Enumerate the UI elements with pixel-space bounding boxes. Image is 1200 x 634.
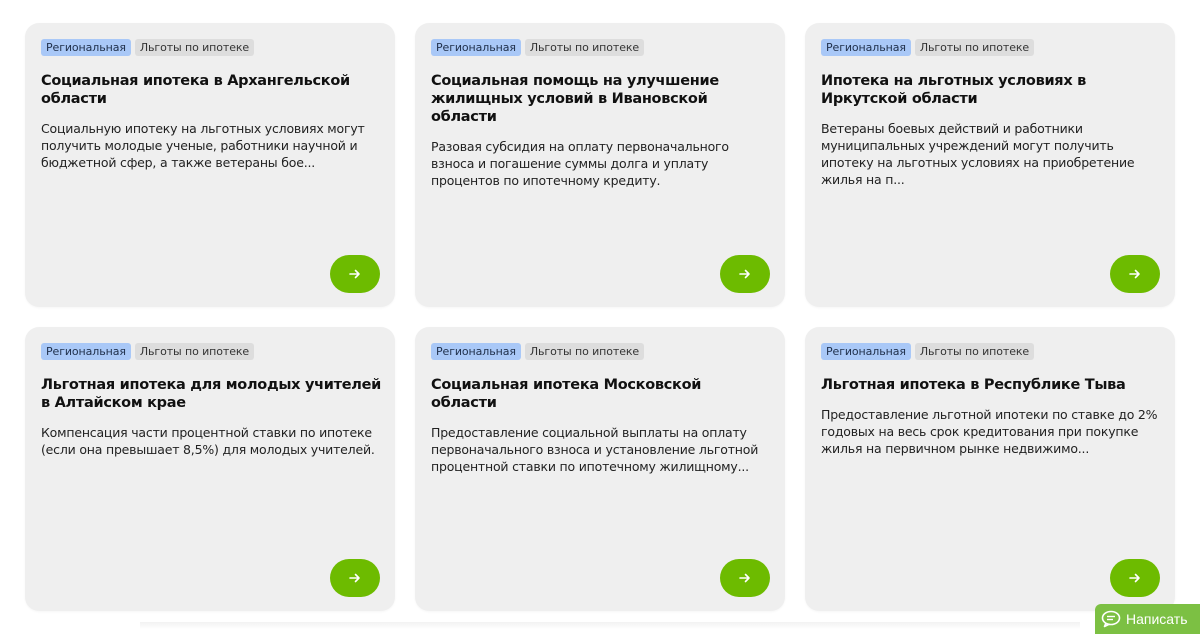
card-tags: Региональная Льготы по ипотеке [821,343,1159,360]
program-card-grid: Региональная Льготы по ипотеке Социальна… [25,23,1175,611]
program-card[interactable]: Региональная Льготы по ипотеке Льготная … [805,327,1175,611]
open-card-button[interactable] [1110,255,1160,293]
card-description: Предоставление льготной ипотеки по ставк… [821,407,1158,456]
tag-mortgage-benefits[interactable]: Льготы по ипотеке [524,39,645,56]
card-title[interactable]: Льготная ипотека для молодых учителей в … [41,376,381,412]
card-tags: Региональная Льготы по ипотеке [821,39,1159,56]
program-card[interactable]: Региональная Льготы по ипотеке Льготная … [25,327,395,611]
card-description: Компенсация части процентной ставки по и… [41,425,375,457]
tag-regional[interactable]: Региональная [431,343,521,360]
chat-bubble-icon [1101,610,1121,628]
chat-write-button[interactable]: Написать [1095,604,1200,634]
card-tags: Региональная Льготы по ипотеке [431,39,769,56]
tag-regional[interactable]: Региональная [821,39,911,56]
card-title[interactable]: Социальная помощь на улучшение жилищных … [431,72,771,126]
card-title[interactable]: Ипотека на льготных условиях в Иркутской… [821,72,1161,108]
tag-regional[interactable]: Региональная [821,343,911,360]
card-title[interactable]: Социальная ипотека в Архангельской облас… [41,72,381,108]
arrow-right-icon [349,573,360,583]
card-tags: Региональная Льготы по ипотеке [41,39,379,56]
program-card[interactable]: Региональная Льготы по ипотеке Социальна… [415,23,785,307]
section-divider-shadow [140,622,1080,629]
card-title[interactable]: Льготная ипотека в Республике Тыва [821,376,1161,394]
card-tags: Региональная Льготы по ипотеке [41,343,379,360]
card-description: Ветераны боевых действий и работники мун… [821,121,1135,187]
card-tags: Региональная Льготы по ипотеке [431,343,769,360]
open-card-button[interactable] [330,255,380,293]
card-description: Предоставление социальной выплаты на опл… [431,425,759,474]
tag-regional[interactable]: Региональная [431,39,521,56]
open-card-button[interactable] [1110,559,1160,597]
arrow-right-icon [739,269,750,279]
tag-mortgage-benefits[interactable]: Льготы по ипотеке [914,343,1035,360]
program-card[interactable]: Региональная Льготы по ипотеке Социальна… [415,327,785,611]
open-card-button[interactable] [720,255,770,293]
tag-regional[interactable]: Региональная [41,343,131,360]
chat-label: Написать [1126,611,1188,627]
tag-regional[interactable]: Региональная [41,39,131,56]
card-description: Разовая субсидия на оплату первоначально… [431,139,729,188]
program-card[interactable]: Региональная Льготы по ипотеке Ипотека н… [805,23,1175,307]
open-card-button[interactable] [330,559,380,597]
tag-mortgage-benefits[interactable]: Льготы по ипотеке [134,39,255,56]
tag-mortgage-benefits[interactable]: Льготы по ипотеке [134,343,255,360]
open-card-button[interactable] [720,559,770,597]
tag-mortgage-benefits[interactable]: Льготы по ипотеке [524,343,645,360]
arrow-right-icon [1129,269,1140,279]
card-title[interactable]: Социальная ипотека Московской области [431,376,771,412]
card-description: Социальную ипотеку на льготных условиях … [41,121,365,170]
tag-mortgage-benefits[interactable]: Льготы по ипотеке [914,39,1035,56]
program-card[interactable]: Региональная Льготы по ипотеке Социальна… [25,23,395,307]
arrow-right-icon [349,269,360,279]
arrow-right-icon [1129,573,1140,583]
arrow-right-icon [739,573,750,583]
